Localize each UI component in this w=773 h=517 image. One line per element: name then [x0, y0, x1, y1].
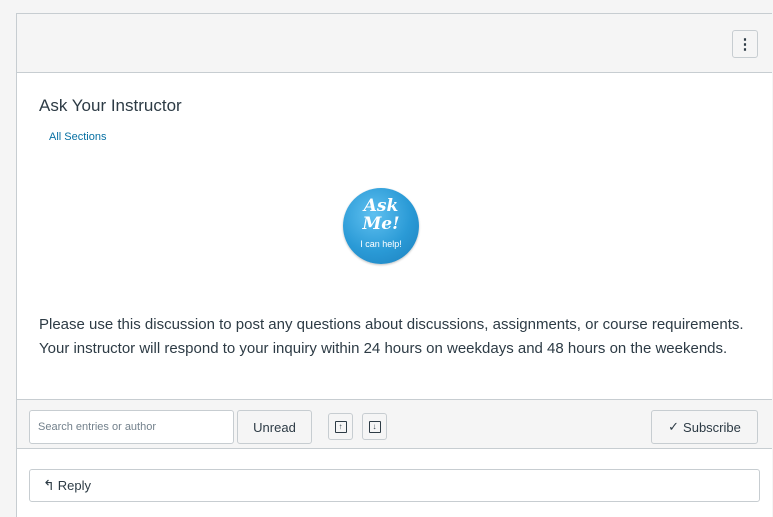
reply-arrow-icon: ↰ — [43, 477, 55, 493]
sections-link[interactable]: All Sections — [49, 131, 106, 143]
collapse-all-button[interactable]: ↓ — [362, 413, 387, 440]
reply-label: Reply — [57, 478, 91, 493]
discussion-title: Ask Your Instructor — [39, 96, 182, 115]
badge-line-me: Me! — [362, 214, 400, 234]
subscribe-button[interactable]: ✓ Subscribe — [651, 410, 758, 444]
discussion-header-bar: ⋮ — [17, 14, 772, 73]
arrow-down-box-icon: ↓ — [368, 420, 381, 433]
expand-all-button[interactable]: ↑ — [328, 413, 353, 440]
discussion-toolbar: Unread ↑ ↓ ✓ Subscribe — [17, 399, 772, 449]
arrow-up-box-icon: ↑ — [334, 420, 347, 433]
ask-me-badge-image: Ask Me! I can help! — [343, 188, 419, 264]
discussion-panel: ⋮ Ask Your Instructor All Sections Ask M… — [16, 13, 772, 517]
badge-line-ask: Ask — [363, 196, 399, 216]
discussion-body: Please use this discussion to post any q… — [39, 316, 744, 357]
unread-button[interactable]: Unread — [237, 410, 312, 444]
reply-button[interactable]: ↰ Reply — [29, 469, 760, 502]
kebab-menu-button[interactable]: ⋮ — [732, 30, 758, 58]
subscribe-label: Subscribe — [683, 419, 741, 435]
checkmark-icon: ✓ — [668, 419, 680, 434]
kebab-menu-icon: ⋮ — [737, 36, 753, 53]
search-input[interactable] — [29, 410, 234, 444]
badge-line-help: I can help! — [360, 239, 402, 249]
